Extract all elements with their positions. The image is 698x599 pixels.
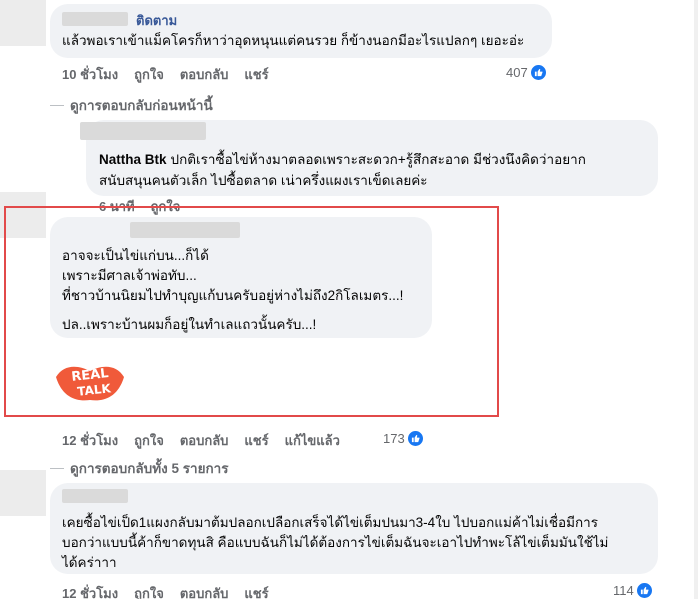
like-button[interactable]: ถูกใจ — [134, 430, 164, 451]
comment-text: ได้คร่าาา — [62, 555, 117, 570]
edited-label[interactable]: แก้ไขแล้ว — [285, 430, 340, 451]
scrollbar[interactable] — [694, 0, 698, 599]
reply-line-icon — [50, 467, 64, 469]
commenter-name[interactable] — [62, 489, 128, 503]
reaction-count[interactable]: 407 — [506, 64, 547, 81]
share-button[interactable]: แชร์ — [244, 64, 268, 85]
reply-button[interactable]: ตอบกลับ — [180, 64, 229, 85]
timestamp[interactable]: 10 ชั่วโมง — [62, 64, 118, 85]
comment-text: เคยซื้อไข่เป็ด1แผงกลับมาต้มปลอกเปลือกเสร… — [62, 515, 598, 530]
like-count: 114 — [613, 583, 634, 598]
reply-button[interactable]: ตอบกลับ — [180, 430, 229, 451]
comment-meta: 12 ชั่วโมง ถูกใจ ตอบกลับ แชร์ — [62, 583, 285, 599]
see-previous-replies[interactable]: ดูการตอบกลับก่อนหน้านี้ — [50, 94, 213, 116]
like-button[interactable]: ถูกใจ — [134, 64, 164, 85]
avatar[interactable] — [0, 470, 46, 516]
comment-text: สนับสนุนคนตัวเล็ก ไปซื้อตลาด เน่าครึ่งแผ… — [99, 173, 428, 188]
like-count: 407 — [506, 65, 528, 80]
highlight-box — [4, 206, 499, 417]
share-button[interactable]: แชร์ — [244, 583, 268, 599]
like-button[interactable]: ถูกใจ — [134, 583, 164, 599]
thumbs-up-icon — [406, 430, 424, 447]
reply-button[interactable]: ตอบกลับ — [180, 583, 229, 599]
comment-meta: 10 ชั่วโมง ถูกใจ ตอบกลับ แชร์ — [62, 64, 285, 85]
comment-meta: 12 ชั่วโมง ถูกใจ ตอบกลับ แชร์ แก้ไขแล้ว — [62, 430, 356, 451]
comment-text: แล้วพอเราเข้าแม็คโครก็หาว่าอุดหนุนแต่คนร… — [62, 33, 525, 48]
follow-link[interactable]: ติดตาม — [136, 10, 177, 31]
like-count: 173 — [383, 431, 405, 446]
reaction-count[interactable]: 173 — [383, 430, 424, 447]
share-button[interactable]: แชร์ — [244, 430, 268, 451]
see-all-replies[interactable]: ดูการตอบกลับทั้ง 5 รายการ — [50, 457, 228, 479]
timestamp[interactable]: 12 ชั่วโมง — [62, 583, 118, 599]
thumbs-up-icon — [635, 582, 653, 599]
reply-line-icon — [50, 104, 64, 106]
timestamp[interactable]: 12 ชั่วโมง — [62, 430, 118, 451]
comment-text: Nattha Btk ปกติเราซื้อไข่ห้างมาตลอดเพราะส… — [99, 152, 586, 167]
comment-text: บอกว่าแบบนี้ค้าก็ขาดทุนสิ คือแบบฉันก็ไม่… — [62, 535, 609, 550]
thumbs-up-icon — [529, 64, 547, 81]
reaction-count[interactable]: 114 — [613, 582, 653, 599]
commenter-name[interactable] — [62, 12, 128, 26]
commenter-name-blurred — [80, 122, 206, 140]
avatar[interactable] — [0, 0, 46, 46]
commenter-name[interactable]: Nattha Btk — [99, 152, 167, 167]
